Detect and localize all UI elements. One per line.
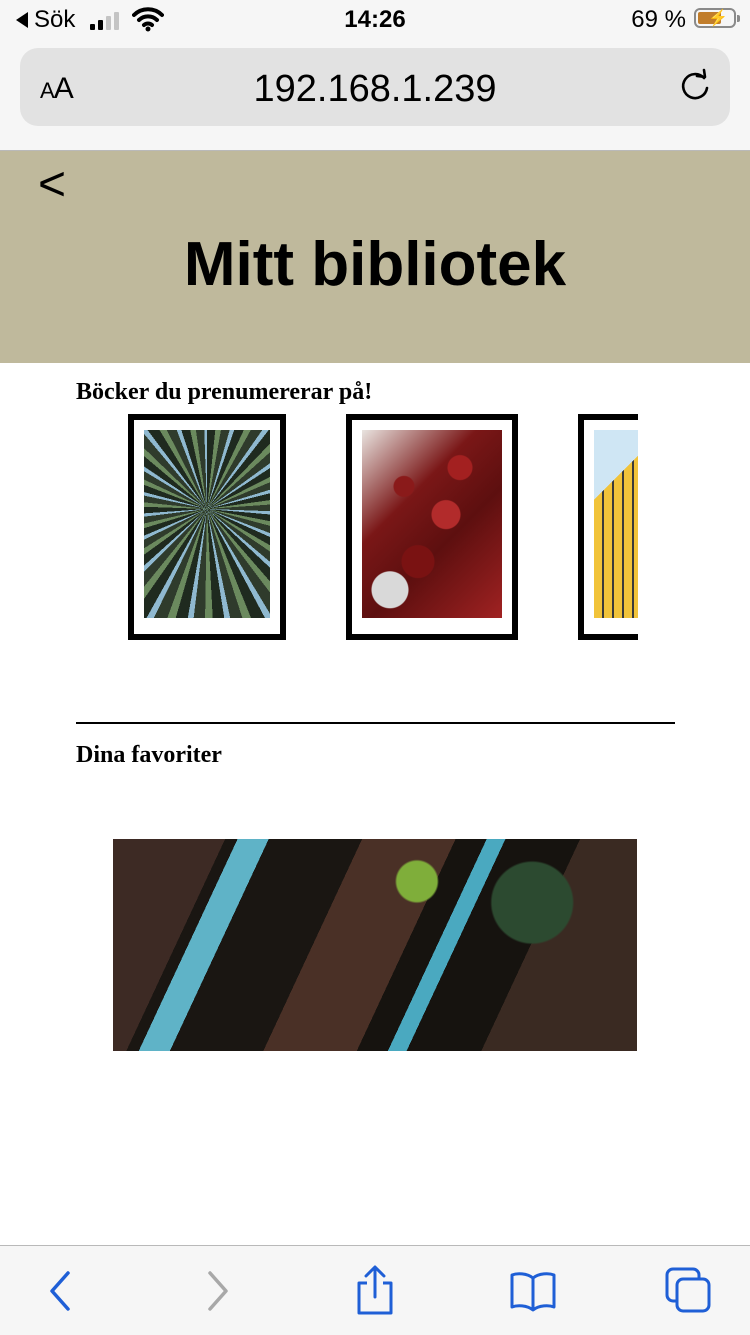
status-bar: Sök 14:26 69 % ⚡: [0, 0, 750, 40]
page-title: Mitt bibliotek: [183, 230, 567, 299]
book-cover-building-image: [594, 430, 638, 618]
address-bar-area: AA 192.168.1.239: [0, 40, 750, 151]
subscriptions-heading: Böcker du prenumererar på!: [76, 379, 373, 405]
book-card[interactable]: [128, 414, 286, 640]
battery-icon: ⚡: [694, 8, 740, 28]
address-bar[interactable]: AA 192.168.1.239: [20, 48, 730, 126]
book-cover-forest-image: [144, 430, 270, 618]
book-cover-flowers-image: [362, 430, 502, 618]
browser-toolbar: [0, 1245, 750, 1335]
back-icon[interactable]: [36, 1266, 86, 1316]
share-icon[interactable]: [350, 1265, 400, 1316]
bookmarks-icon[interactable]: [508, 1266, 558, 1316]
battery-nub: [737, 15, 740, 22]
page-back-button[interactable]: <: [38, 157, 66, 212]
charging-bolt-icon: ⚡: [708, 10, 728, 27]
battery-percentage: 69 %: [631, 6, 686, 33]
book-card[interactable]: [578, 414, 638, 640]
favorite-image[interactable]: [113, 839, 637, 1051]
page-header: < Mitt bibliotek: [0, 151, 750, 363]
reload-icon[interactable]: [678, 68, 712, 109]
section-divider: [76, 722, 675, 724]
favorites-heading: Dina favoriter: [76, 742, 222, 768]
tabs-icon[interactable]: [664, 1266, 714, 1316]
book-card[interactable]: [346, 414, 518, 640]
forward-icon[interactable]: [192, 1266, 242, 1316]
url-text[interactable]: 192.168.1.239: [20, 68, 730, 111]
